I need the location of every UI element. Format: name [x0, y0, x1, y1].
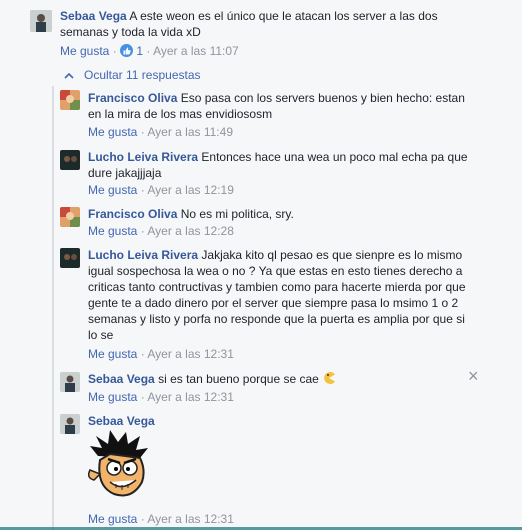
- comment-text: No es mi politica, sry.: [180, 207, 294, 221]
- close-icon[interactable]: ×: [468, 366, 479, 386]
- comment-text: Jakjaka kito ql pesao es que sienpre es …: [88, 248, 466, 342]
- comment-timestamp[interactable]: Ayer a las 12:31: [147, 512, 234, 526]
- like-reaction-icon[interactable]: [120, 44, 134, 57]
- comment-author[interactable]: Francisco Oliva: [88, 91, 177, 105]
- comment-timestamp[interactable]: Ayer a las 11:49: [147, 125, 233, 139]
- separator: ·: [140, 183, 145, 197]
- avatar-lucho-leiva-rivera[interactable]: [60, 248, 80, 268]
- hide-replies-label: Ocultar 11 respuestas: [84, 68, 201, 82]
- comment-author[interactable]: Sebaa Vega: [60, 9, 127, 23]
- separator: ·: [140, 512, 145, 526]
- separator: ·: [140, 347, 145, 361]
- like-button[interactable]: Me gusta: [60, 44, 109, 58]
- comment-timestamp[interactable]: Ayer a las 12:31: [147, 347, 234, 361]
- comment-text: si es tan bueno porque se cae: [158, 372, 319, 386]
- comment-author[interactable]: Francisco Oliva: [88, 207, 177, 221]
- separator: ·: [140, 390, 145, 404]
- separator: ·: [112, 44, 117, 58]
- hide-replies-toggle[interactable]: Ocultar 11 respuestas: [64, 67, 201, 83]
- pacman-emoji-icon: [322, 371, 336, 389]
- comment-author[interactable]: Lucho Leiva Rivera: [88, 248, 198, 262]
- comment-author[interactable]: Lucho Leiva Rivera: [88, 150, 198, 164]
- avatar-francisco-oliva[interactable]: [60, 207, 80, 227]
- avatar-lucho-leiva-rivera[interactable]: [60, 150, 80, 170]
- like-button[interactable]: Me gusta: [88, 125, 137, 139]
- separator: ·: [140, 125, 145, 139]
- avatar-sebaa-vega[interactable]: [60, 414, 80, 434]
- separator: ·: [146, 44, 151, 58]
- like-button[interactable]: Me gusta: [88, 224, 137, 238]
- comment-timestamp[interactable]: Ayer a las 12:19: [147, 183, 234, 197]
- like-button[interactable]: Me gusta: [88, 183, 137, 197]
- comment-timestamp[interactable]: Ayer a las 12:31: [147, 390, 234, 404]
- cartoon-face-sticker: [86, 426, 156, 509]
- like-button[interactable]: Me gusta: [88, 347, 137, 361]
- replies-thread-line: [52, 86, 54, 530]
- comment-timestamp[interactable]: Ayer a las 12:28: [147, 224, 234, 238]
- comment-timestamp[interactable]: Ayer a las 11:07: [153, 44, 239, 58]
- avatar-francisco-oliva[interactable]: [60, 90, 80, 110]
- comment-author[interactable]: Sebaa Vega: [88, 372, 155, 386]
- avatar-sebaa-vega[interactable]: [30, 10, 52, 32]
- separator: ·: [140, 224, 145, 238]
- like-button[interactable]: Me gusta: [88, 512, 137, 526]
- avatar-sebaa-vega[interactable]: [60, 372, 80, 392]
- like-button[interactable]: Me gusta: [88, 390, 137, 404]
- reaction-count[interactable]: 1: [136, 44, 143, 58]
- chevron-up-icon: [64, 67, 74, 83]
